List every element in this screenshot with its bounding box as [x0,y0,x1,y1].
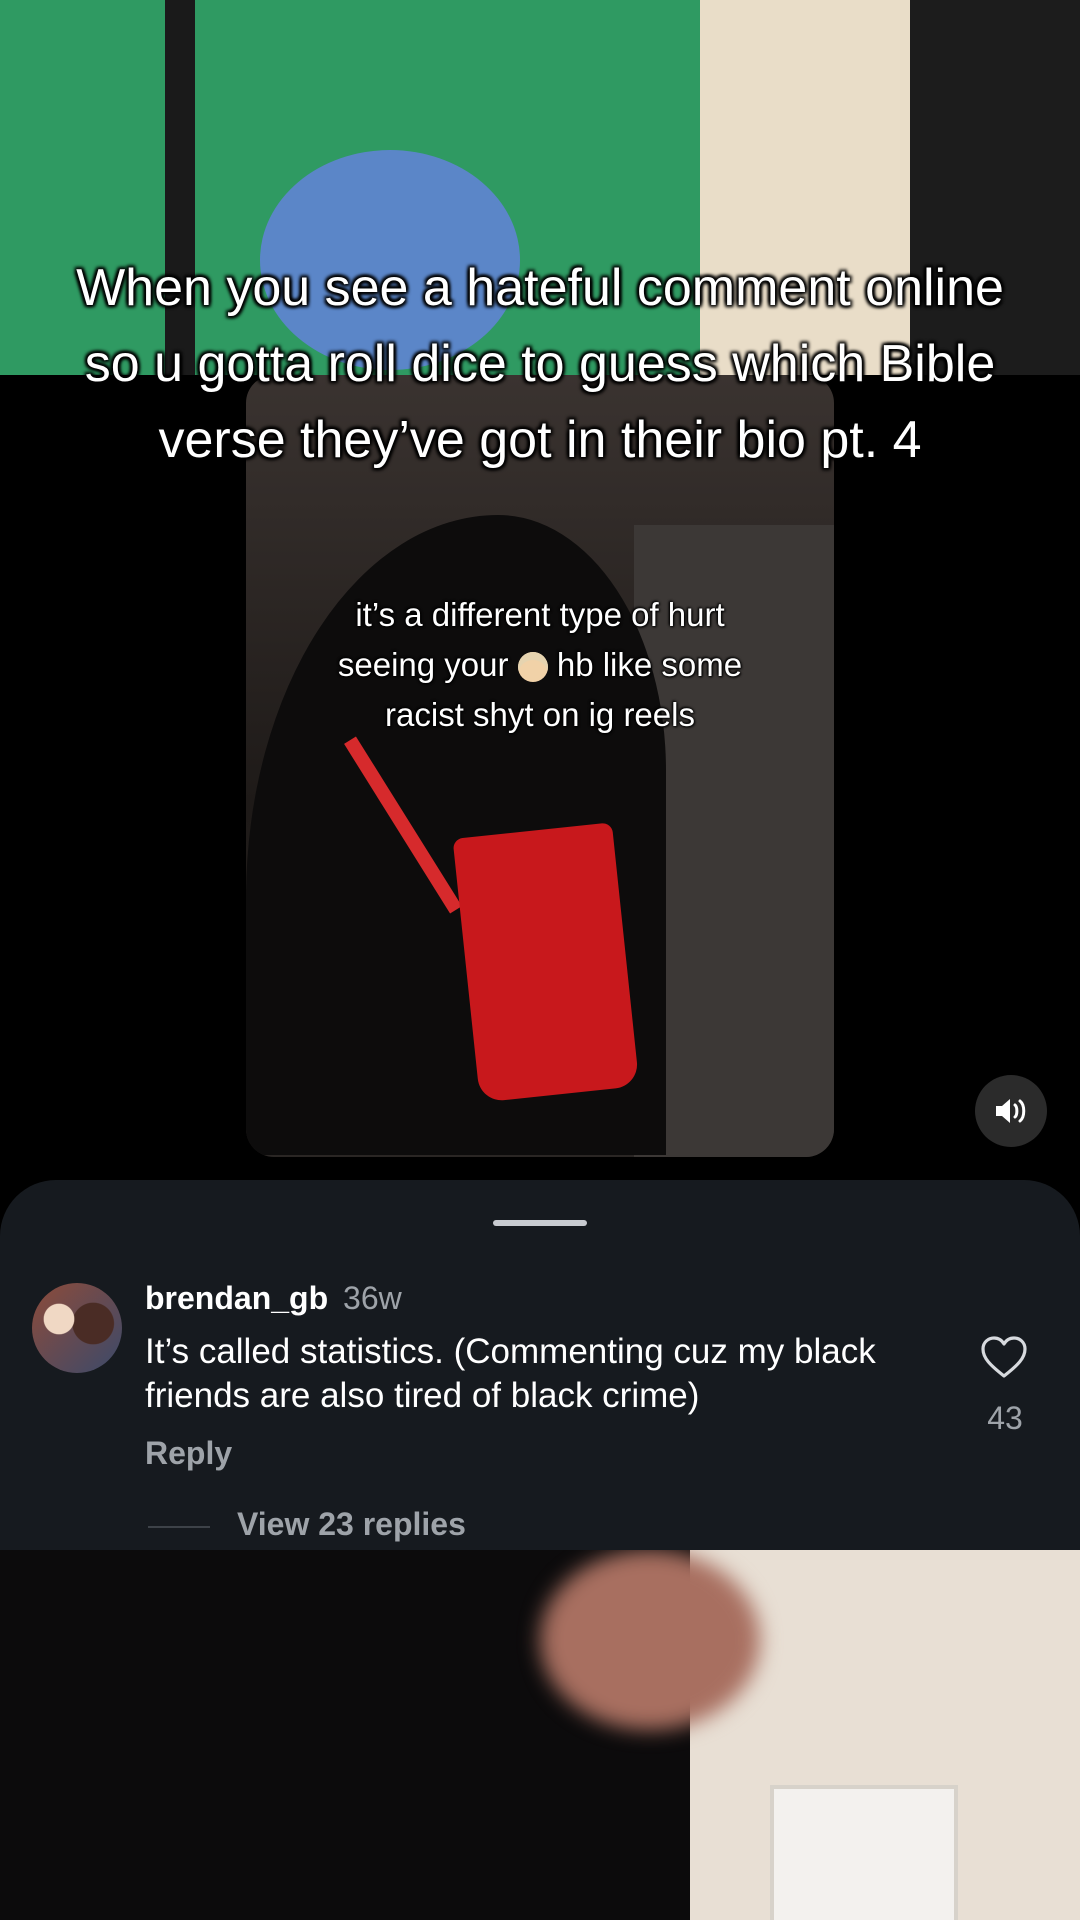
reel-caption-line-2-end: hb like some [556,646,743,683]
comment-sheet: brendan_gb 36w It’s called statistics. (… [0,1180,1080,1550]
video-background-bottom [0,1550,1080,1920]
reel-caption: it’s a different type of hurt seeing you… [246,590,834,740]
reply-button[interactable]: Reply [145,1435,232,1472]
speaker-icon [996,1099,1026,1123]
comment-time: 36w [343,1280,402,1316]
reel-caption-line-3: racist shyt on ig reels [385,696,695,733]
comment-username[interactable]: brendan_gb [145,1280,328,1316]
reel-caption-line-1: it’s a different type of hurt [355,596,725,633]
heart-icon[interactable] [980,1335,1028,1379]
reel-red-cup [452,822,640,1103]
video-title-overlay: When you see a hateful comment online so… [76,259,1004,469]
face-emoji-icon [517,652,548,682]
like-count: 43 [987,1400,1023,1436]
comment-text: It’s called statistics. (Commenting cuz … [145,1332,876,1415]
view-replies-button[interactable]: View 23 replies [237,1506,466,1543]
reel-caption-line-2: seeing your hb like some [246,640,834,690]
drag-handle[interactable] [493,1220,587,1226]
reel-caption-line-2-start: seeing your [337,646,509,683]
sound-button[interactable] [975,1075,1047,1147]
wall-socket [770,1785,958,1920]
blurred-hand [540,1550,760,1730]
avatar[interactable] [32,1283,122,1373]
comment-header: brendan_gb 36w [145,1280,402,1317]
embedded-reel[interactable] [246,375,834,1157]
replies-divider [148,1526,210,1528]
